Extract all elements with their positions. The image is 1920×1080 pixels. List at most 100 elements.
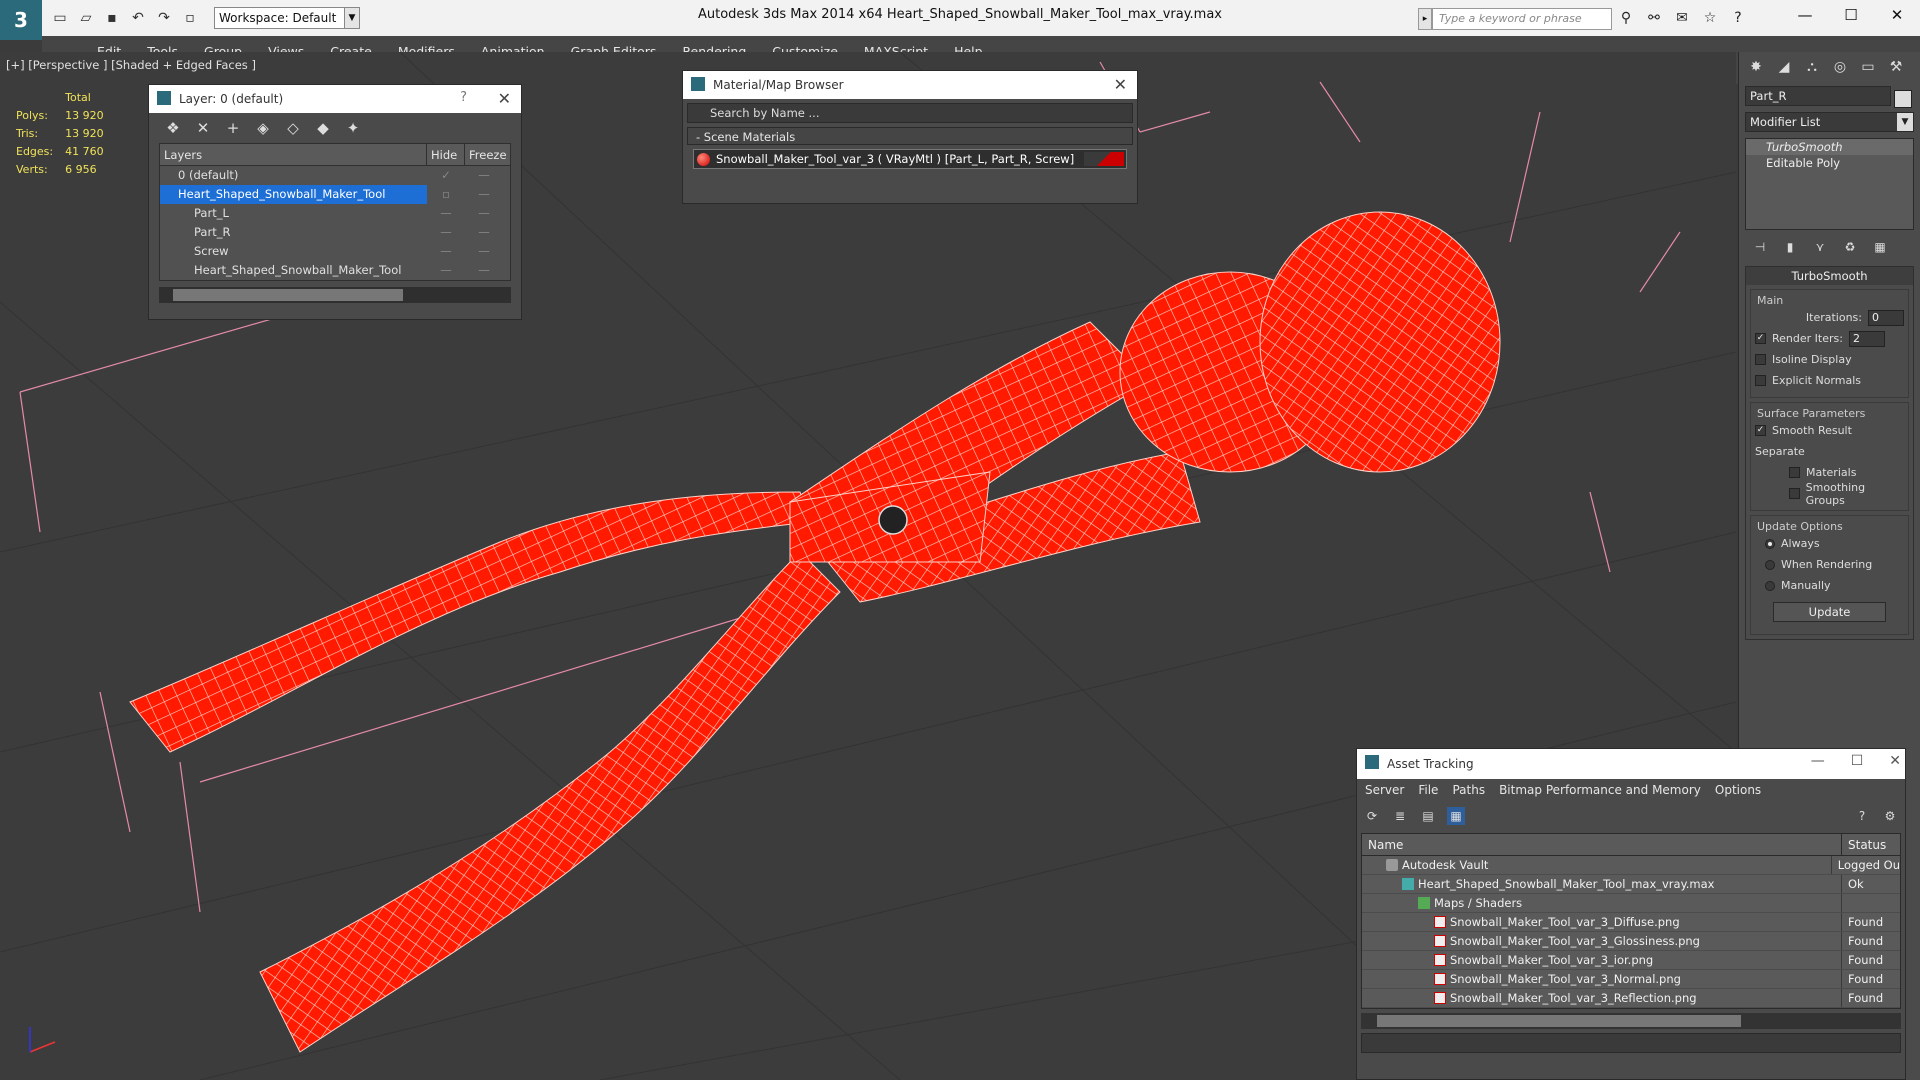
communication-icon[interactable]: ✉: [1672, 8, 1692, 28]
redo-icon[interactable]: ↷: [154, 8, 174, 28]
subscription-icon[interactable]: ⚯: [1644, 8, 1664, 28]
scrollbar-thumb[interactable]: [173, 289, 403, 301]
undo-icon[interactable]: ↶: [128, 8, 148, 28]
help-icon[interactable]: ?: [1853, 807, 1871, 825]
hide-toggle[interactable]: —: [427, 261, 465, 280]
horizontal-scrollbar[interactable]: [1361, 1013, 1901, 1029]
col-layers[interactable]: Layers: [160, 144, 427, 165]
freeze-toggle[interactable]: —: [465, 204, 503, 223]
hide-all-layers-icon[interactable]: ◆: [313, 119, 333, 137]
asset-tracking-titlebar[interactable]: Asset Tracking — ☐ ✕: [1357, 749, 1905, 779]
stack-item-editable-poly[interactable]: Editable Poly: [1746, 155, 1913, 171]
thumbnail-view-icon[interactable]: ▤: [1419, 807, 1437, 825]
help-icon[interactable]: ?: [1728, 8, 1748, 28]
layer-row[interactable]: Heart_Shaped_Snowball_Maker_Tool — —: [160, 261, 510, 280]
freeze-all-layers-icon[interactable]: ✦: [343, 119, 363, 137]
search-expand-icon[interactable]: ▸: [1418, 8, 1432, 30]
add-to-layer-icon[interactable]: +: [223, 119, 243, 137]
search-input[interactable]: Type a keyword or phrase: [1432, 8, 1612, 30]
make-unique-icon[interactable]: ⋎: [1811, 238, 1829, 256]
freeze-toggle[interactable]: —: [465, 185, 503, 204]
maximize-icon[interactable]: ☐: [1828, 0, 1874, 30]
configure-modifier-sets-icon[interactable]: ▦: [1871, 238, 1889, 256]
freeze-toggle[interactable]: —: [465, 223, 503, 242]
col-status[interactable]: Status: [1842, 834, 1886, 855]
delete-layer-icon[interactable]: ✕: [193, 119, 213, 137]
layer-row[interactable]: Part_R — —: [160, 223, 510, 242]
favorites-star-icon[interactable]: ☆: [1700, 8, 1720, 28]
layer-row[interactable]: 0 (default) ✓ —: [160, 166, 510, 185]
object-color-swatch[interactable]: [1894, 90, 1912, 108]
settings-icon[interactable]: ⚙: [1881, 807, 1899, 825]
asset-row[interactable]: Autodesk Vault Logged Ou: [1362, 856, 1900, 875]
when-rendering-radio[interactable]: [1765, 559, 1775, 570]
motion-tab-icon[interactable]: ◎: [1829, 56, 1851, 78]
viewport-label[interactable]: [+] [Perspective ] [Shaded + Edged Faces…: [6, 58, 256, 72]
materials-checkbox[interactable]: [1789, 467, 1800, 478]
manually-radio[interactable]: [1765, 580, 1775, 591]
maximize-icon[interactable]: ☐: [1851, 753, 1864, 769]
col-freeze[interactable]: Freeze: [465, 144, 507, 165]
asset-row[interactable]: Maps / Shaders: [1362, 894, 1900, 913]
smoothing-groups-checkbox[interactable]: [1789, 488, 1800, 499]
stack-item-turbosmooth[interactable]: TurboSmooth: [1746, 139, 1913, 155]
asset-row[interactable]: Snowball_Maker_Tool_var_3_Diffuse.png Fou…: [1362, 913, 1900, 932]
layer-row[interactable]: Part_L — —: [160, 204, 510, 223]
explicit-normals-checkbox[interactable]: [1755, 375, 1766, 386]
remove-modifier-icon[interactable]: ♻: [1841, 238, 1859, 256]
refresh-icon[interactable]: ⟳: [1363, 807, 1381, 825]
project-folder-icon[interactable]: ▫: [180, 8, 200, 28]
hide-toggle[interactable]: —: [427, 242, 465, 261]
asset-row[interactable]: Snowball_Maker_Tool_var_3_ior.png Found: [1362, 951, 1900, 970]
freeze-toggle[interactable]: —: [465, 166, 503, 185]
close-icon[interactable]: ✕: [498, 89, 511, 108]
snowball-maker-model[interactable]: [129, 211, 1501, 1053]
iterations-spinner[interactable]: 0: [1868, 309, 1904, 326]
hide-toggle[interactable]: —: [427, 204, 465, 223]
scene-materials-section[interactable]: - Scene Materials: [687, 127, 1133, 145]
col-name[interactable]: Name: [1362, 834, 1842, 855]
minimize-icon[interactable]: —: [1811, 753, 1825, 769]
modify-tab-icon[interactable]: ◢: [1773, 56, 1795, 78]
menu-bitmap-performance[interactable]: Bitmap Performance and Memory: [1499, 783, 1701, 799]
new-file-icon[interactable]: ▭: [50, 8, 70, 28]
close-icon[interactable]: ✕: [1874, 0, 1920, 30]
material-browser-titlebar[interactable]: Material/Map Browser ✕: [683, 71, 1137, 99]
asset-row[interactable]: Snowball_Maker_Tool_var_3_Glossiness.png…: [1362, 932, 1900, 951]
horizontal-scrollbar[interactable]: [159, 287, 511, 303]
screw[interactable]: [878, 505, 908, 535]
workspace-dropdown[interactable]: Workspace: Default: [214, 7, 360, 29]
search-by-name-input[interactable]: Search by Name ...: [687, 103, 1133, 123]
freeze-toggle[interactable]: —: [465, 242, 503, 261]
create-layer-icon[interactable]: ❖: [163, 119, 183, 137]
hide-toggle[interactable]: ▫: [427, 185, 465, 204]
layer-panel-titlebar[interactable]: Layer: 0 (default) ? ✕: [149, 85, 521, 113]
list-view-icon[interactable]: ≣: [1391, 807, 1409, 825]
asset-row[interactable]: Snowball_Maker_Tool_var_3_Normal.png Foun…: [1362, 970, 1900, 989]
menu-paths[interactable]: Paths: [1452, 783, 1485, 799]
pin-stack-icon[interactable]: ⊣: [1751, 238, 1769, 256]
app-logo-icon[interactable]: 3: [0, 0, 42, 40]
rollout-title[interactable]: TurboSmooth: [1746, 267, 1913, 285]
create-tab-icon[interactable]: ✸: [1745, 56, 1767, 78]
minimize-icon[interactable]: —: [1782, 0, 1828, 30]
asset-row[interactable]: Heart_Shaped_Snowball_Maker_Tool_max_vra…: [1362, 875, 1900, 894]
chevron-down-icon[interactable]: ▼: [1897, 113, 1913, 131]
table-view-icon[interactable]: ▦: [1447, 807, 1465, 825]
material-item[interactable]: Snowball_Maker_Tool_var_3 ( VRayMtl ) [P…: [693, 149, 1127, 169]
scrollbar-thumb[interactable]: [1377, 1015, 1741, 1027]
render-iters-spinner[interactable]: 2: [1848, 330, 1885, 347]
menu-file[interactable]: File: [1418, 783, 1438, 799]
always-radio[interactable]: [1765, 538, 1775, 549]
display-tab-icon[interactable]: ▭: [1857, 56, 1879, 78]
hide-toggle[interactable]: ✓: [427, 166, 465, 185]
render-iters-checkbox[interactable]: ✓: [1755, 333, 1766, 344]
layer-row[interactable]: Screw — —: [160, 242, 510, 261]
hierarchy-tab-icon[interactable]: ⛬: [1801, 56, 1823, 78]
hide-toggle[interactable]: —: [427, 223, 465, 242]
object-name-field[interactable]: Part_R: [1745, 86, 1891, 106]
modifier-list-dropdown[interactable]: Modifier List ▼: [1745, 112, 1914, 132]
menu-server[interactable]: Server: [1365, 783, 1404, 799]
open-file-icon[interactable]: ▱: [76, 8, 96, 28]
col-hide[interactable]: Hide: [427, 144, 465, 165]
